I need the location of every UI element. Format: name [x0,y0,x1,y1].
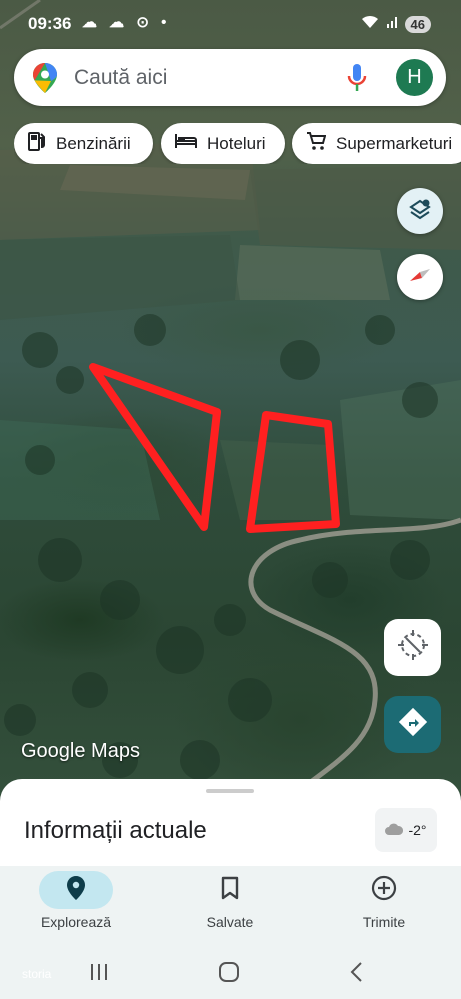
nav-label: Explorează [40,914,112,930]
category-chips: Benzinării Hoteluri Supermarketuri [14,123,461,164]
nav-contribute-indicator [347,871,421,909]
chip-supermarkets[interactable]: Supermarketuri [292,123,461,164]
search-bar[interactable]: Caută aici H [14,49,446,106]
nav-label: Trimite [362,914,406,930]
sheet-drag-handle[interactable] [206,789,254,793]
directions-icon [398,707,428,742]
signal-icon [385,14,399,34]
status-right: 46 [361,14,431,34]
cloud-icon [385,822,404,838]
sheet-title: Informații actuale [24,817,207,844]
home-icon[interactable] [218,961,240,988]
bed-icon [161,133,207,154]
account-avatar[interactable]: H [396,59,433,96]
my-location-button[interactable] [384,619,441,676]
notification-icons: ☁ ☁ ⊙ • [82,14,171,31]
gas-station-icon [14,131,56,156]
cart-icon [292,131,336,156]
nav-explore-indicator [39,871,113,909]
map-satellite-view[interactable] [0,0,461,800]
chip-label: Supermarketuri [336,133,453,153]
google-maps-logo: Google Maps [21,740,140,762]
search-placeholder[interactable]: Caută aici [74,66,167,90]
wifi-icon [361,14,379,34]
status-bar: 09:36 ☁ ☁ ⊙ • 46 [0,0,461,46]
add-circle-icon [371,875,397,906]
nav-saved[interactable]: Salvate [160,866,300,946]
chip-gas-stations[interactable]: Benzinării [14,123,153,164]
nav-label: Salvate [206,914,254,930]
weather-chip[interactable]: -2° [375,808,437,852]
nav-explore[interactable]: Explorează [6,866,146,946]
bookmark-icon [221,876,239,905]
bottom-navigation: Explorează Salvate Trimite [0,866,461,946]
watermark-text: storia [22,967,52,981]
status-time: 09:36 [28,14,72,33]
layers-button[interactable] [397,188,443,234]
nav-saved-indicator [193,871,267,909]
chip-hotels[interactable]: Hoteluri [161,123,285,164]
directions-button[interactable] [384,696,441,753]
location-pin-icon [67,875,85,905]
nav-contribute[interactable]: Trimite [314,866,454,946]
temperature: -2° [408,822,427,838]
recent-apps-icon[interactable] [89,963,109,986]
system-navigation-bar: storia [0,946,461,999]
compass-button[interactable] [397,254,443,300]
location-crosshair-icon [396,628,430,667]
back-icon[interactable] [349,961,363,988]
battery-indicator: 46 [404,15,431,33]
microphone-icon[interactable] [347,64,367,97]
bottom-sheet[interactable]: Informații actuale -2° [0,779,461,879]
compass-icon [407,262,433,293]
google-maps-pin-icon [33,63,57,98]
chip-label: Hoteluri [207,133,266,153]
chip-label: Benzinării [56,133,131,153]
map-terrain [0,0,461,793]
layers-icon [408,197,432,226]
